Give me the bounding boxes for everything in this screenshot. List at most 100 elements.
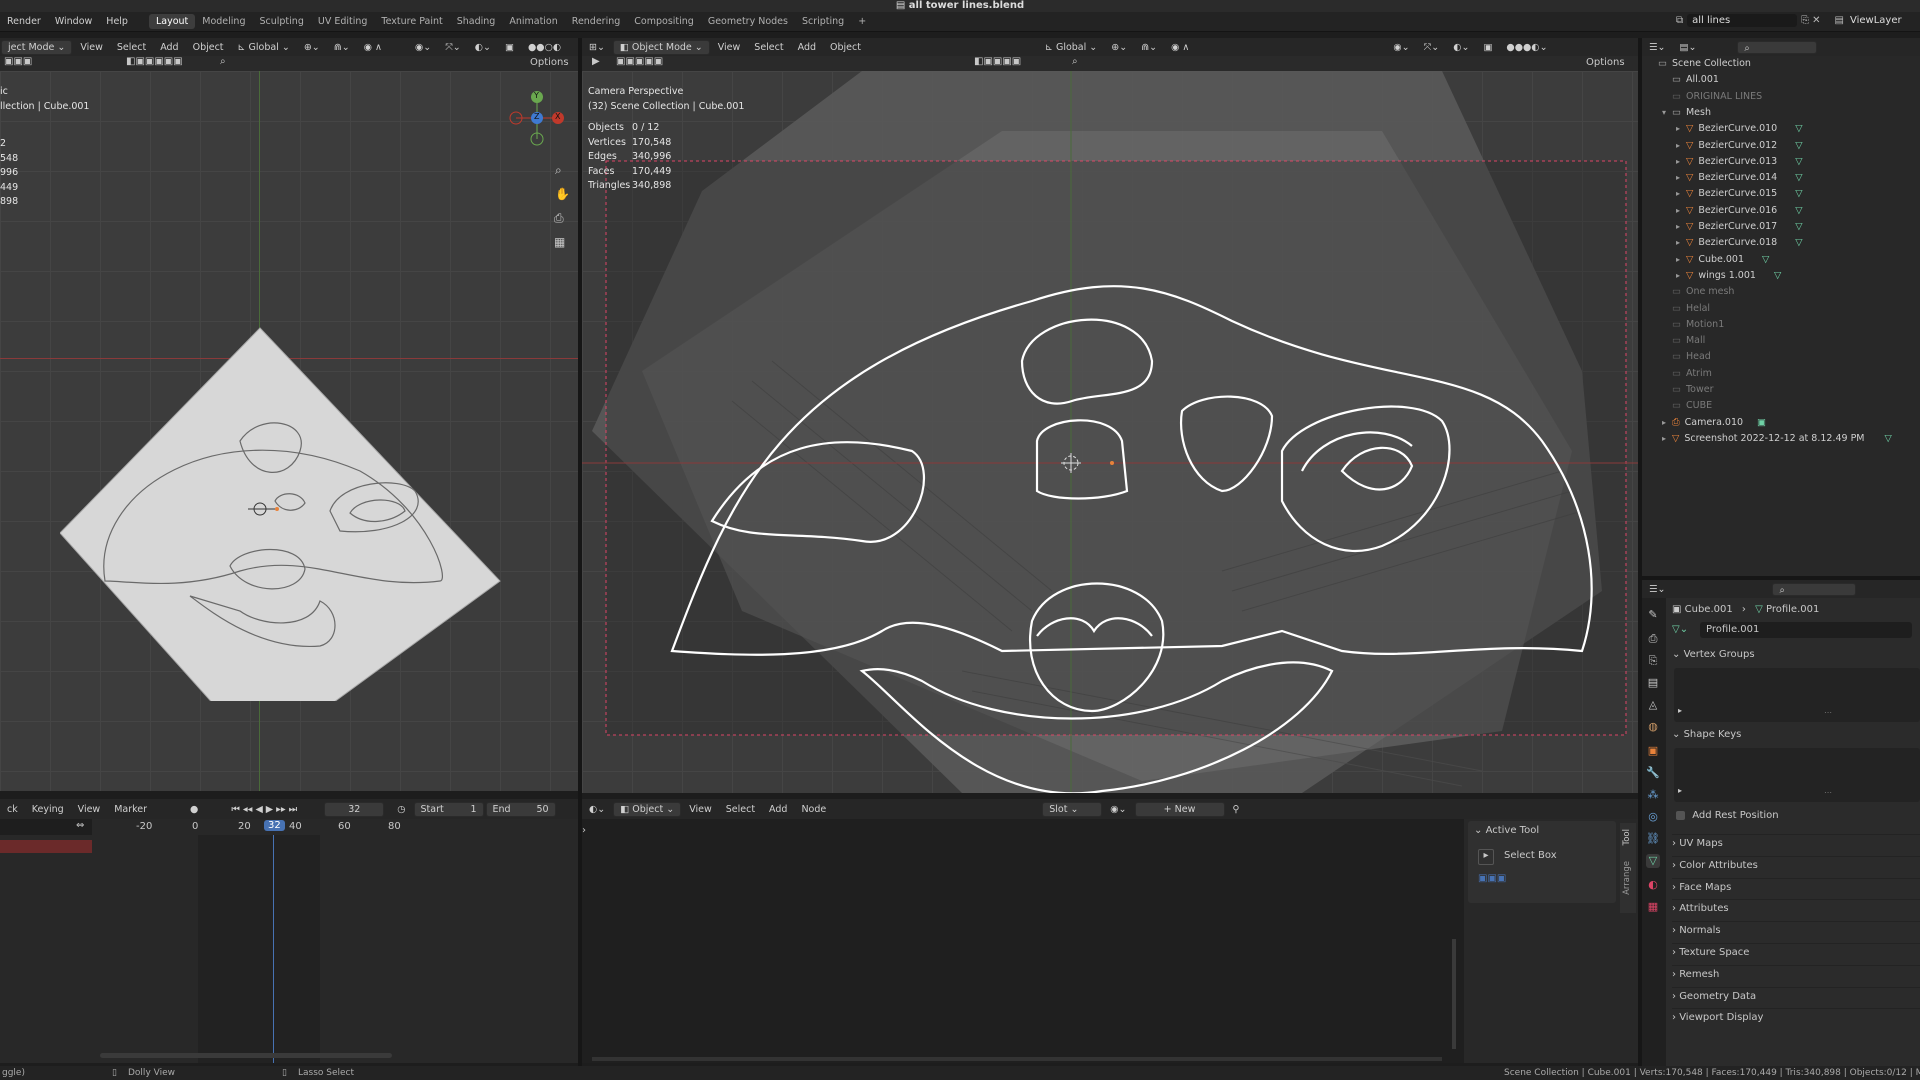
timeline-scrollbar[interactable]: [100, 1053, 392, 1058]
slot-dropdown[interactable]: Slot ⌄: [1042, 801, 1103, 817]
start-frame-field[interactable]: Start 1: [413, 801, 484, 817]
camera-data-icon[interactable]: ▣: [1757, 417, 1766, 428]
right-menu-view[interactable]: View: [712, 41, 747, 54]
view-layer-icon[interactable]: ▤: [1835, 15, 1844, 26]
proportional-icon[interactable]: ◉ ∧: [358, 41, 388, 54]
expand-arrow-icon[interactable]: ▸: [1676, 154, 1686, 170]
shader-menu-add[interactable]: Add: [763, 803, 793, 816]
select-mode-icons[interactable]: ▣▣▣: [4, 56, 32, 67]
left-menu-select[interactable]: Select: [111, 41, 152, 54]
pivot-icon[interactable]: ⊕⌄: [298, 41, 326, 54]
tab-shading[interactable]: Shading: [450, 14, 503, 29]
material-tab-icon[interactable]: ◐: [1646, 878, 1660, 892]
right-visibility-icon[interactable]: ◉⌄: [1387, 41, 1415, 54]
outliner-item[interactable]: ▭ Motion1: [1642, 317, 1920, 333]
mesh-data-icon[interactable]: ▽: [1795, 188, 1802, 199]
selectability-icons[interactable]: ◧▣▣▣▣▣: [126, 56, 183, 67]
left-3d-viewport[interactable]: ic llection | Cube.001 2 548 996 449 898: [0, 71, 578, 791]
editor-type-icon[interactable]: ⊞⌄: [583, 41, 611, 54]
constraints-tab-icon[interactable]: ⛓: [1646, 832, 1660, 846]
timeline-menu-view[interactable]: View: [72, 803, 107, 816]
expand-arrow-icon[interactable]: ▸: [1676, 252, 1686, 268]
expand-arrow-icon[interactable]: ▸: [1662, 431, 1672, 447]
zoom-icon[interactable]: ⌕: [555, 163, 562, 178]
outliner-item[interactable]: ▸ ▽ BezierCurve.013 ▽: [1642, 154, 1920, 170]
playhead-frame[interactable]: 32: [264, 820, 285, 831]
view-layer-field[interactable]: ViewLayer: [1850, 15, 1902, 26]
outliner-item[interactable]: ▸ ▽ BezierCurve.014 ▽: [1642, 170, 1920, 186]
playback-controls[interactable]: ⏮ ◂◂ ◀ ▶ ▸▸ ⏭: [225, 803, 303, 816]
right-options-button[interactable]: Options: [1586, 57, 1625, 68]
tab-uv-editing[interactable]: UV Editing: [311, 14, 375, 29]
outliner-item[interactable]: ▭ One mesh: [1642, 284, 1920, 300]
menu-window[interactable]: Window: [48, 16, 99, 27]
current-frame-field[interactable]: 32: [324, 801, 385, 817]
shading-solid-icon[interactable]: ●●○◐: [522, 41, 567, 54]
outliner-item[interactable]: ▸ ▽ BezierCurve.015 ▽: [1642, 186, 1920, 202]
timeline-menu-marker[interactable]: Marker: [108, 803, 153, 816]
menu-render[interactable]: Render: [0, 16, 48, 27]
timeline-area[interactable]: ⇔ -20 0 20 32 40 60 80: [0, 819, 578, 1063]
outliner-item[interactable]: ▭ Atrim: [1642, 366, 1920, 382]
left-options-button[interactable]: Options: [530, 57, 569, 68]
new-material-button[interactable]: + New: [1134, 801, 1225, 817]
select-box-tool-icon[interactable]: ▸: [1478, 849, 1494, 865]
outliner-item[interactable]: ▭ ORIGINAL LINES: [1642, 89, 1920, 105]
outliner-item[interactable]: ▸ ▽ BezierCurve.012 ▽: [1642, 138, 1920, 154]
expand-arrow-icon[interactable]: ▸: [1676, 203, 1686, 219]
mesh-data-icon[interactable]: ▽: [1762, 254, 1769, 265]
expand-arrow-icon[interactable]: ▸: [1676, 186, 1686, 202]
end-frame-field[interactable]: End 50: [485, 801, 556, 817]
expand-arrow-icon[interactable]: ▸: [1662, 415, 1672, 431]
tab-arrange[interactable]: Arrange: [1622, 861, 1632, 895]
right-3d-viewport[interactable]: Camera Perspective (32) Scene Collection…: [582, 71, 1638, 793]
physics-tab-icon[interactable]: ◎: [1646, 810, 1660, 824]
timeline-menu-playback[interactable]: ck: [1, 803, 24, 816]
right-mode-dropdown[interactable]: ◧ Object Mode ⌄: [612, 39, 710, 55]
mesh-data-icon[interactable]: ▽: [1795, 156, 1802, 167]
mesh-data-icon[interactable]: ▽: [1774, 270, 1781, 281]
outliner-item[interactable]: ▭ Tower: [1642, 382, 1920, 398]
left-mode-dropdown[interactable]: ject Mode ⌄: [1, 39, 73, 55]
vertex-groups-list[interactable]: ▸ ⋯: [1674, 668, 1920, 722]
selection-mode-icons[interactable]: ▣▣▣: [1478, 873, 1506, 884]
right-pivot-icon[interactable]: ⊕⌄: [1105, 41, 1133, 54]
outliner-item[interactable]: ▾ ▭ Mesh: [1642, 105, 1920, 121]
outliner-item[interactable]: ▸ ⎙ Camera.010 ▣: [1642, 415, 1920, 431]
outliner-item[interactable]: ▸ ▽ wings 1.001 ▽: [1642, 268, 1920, 284]
prop-section-header[interactable]: › Normals: [1672, 921, 1920, 939]
mesh-data-icon[interactable]: ▽: [1795, 221, 1802, 232]
playhead-line[interactable]: [273, 835, 274, 1063]
shader-menu-node[interactable]: Node: [795, 803, 832, 816]
right-selectability-icons[interactable]: ◧▣▣▣▣: [974, 56, 1021, 67]
right-filter-search-icon[interactable]: ⌕: [1072, 56, 1078, 67]
outliner-item[interactable]: ▭ Helal: [1642, 301, 1920, 317]
outliner-item[interactable]: ▸ ▽ Cube.001 ▽: [1642, 252, 1920, 268]
scene-name-field[interactable]: all lines: [1687, 14, 1798, 27]
mesh-data-icon[interactable]: ▽: [1795, 140, 1802, 151]
mesh-data-icon[interactable]: ▽: [1795, 172, 1802, 183]
prop-section-header[interactable]: › Attributes: [1672, 899, 1920, 917]
outliner-item[interactable]: ▸ ▽ BezierCurve.017 ▽: [1642, 219, 1920, 235]
new-scene-icon[interactable]: ⎘: [1801, 15, 1809, 26]
expand-arrow-icon[interactable]: ▸: [1676, 121, 1686, 137]
visibility-icon[interactable]: ◉⌄: [409, 41, 437, 54]
delete-scene-icon[interactable]: ✕: [1812, 15, 1820, 26]
tab-geometry-nodes[interactable]: Geometry Nodes: [701, 14, 795, 29]
tab-animation[interactable]: Animation: [502, 14, 564, 29]
properties-search[interactable]: ⌕: [1772, 582, 1857, 596]
expand-arrow-icon[interactable]: ▸: [1676, 268, 1686, 284]
timeline-channel-bar[interactable]: [0, 840, 92, 853]
active-tool-title[interactable]: ⌄ Active Tool: [1474, 825, 1539, 836]
shape-keys-header[interactable]: ⌄ Shape Keys: [1672, 726, 1920, 744]
render-tab-icon[interactable]: ⎙: [1646, 632, 1660, 646]
outliner-item[interactable]: ▭ All.001: [1642, 72, 1920, 88]
outliner-item[interactable]: ▸ ▽ BezierCurve.018 ▽: [1642, 235, 1920, 251]
outliner-search[interactable]: ⌕: [1737, 40, 1818, 54]
prop-section-header[interactable]: › Remesh: [1672, 964, 1920, 983]
sidebar-toggle-icon[interactable]: ›: [582, 825, 586, 836]
snap-icon[interactable]: ⋒⌄: [328, 41, 356, 54]
texture-tab-icon[interactable]: ▦: [1646, 900, 1660, 914]
shader-scrollbar[interactable]: [1452, 939, 1456, 1049]
outliner-item[interactable]: ▸ ▽ BezierCurve.010 ▽: [1642, 121, 1920, 137]
